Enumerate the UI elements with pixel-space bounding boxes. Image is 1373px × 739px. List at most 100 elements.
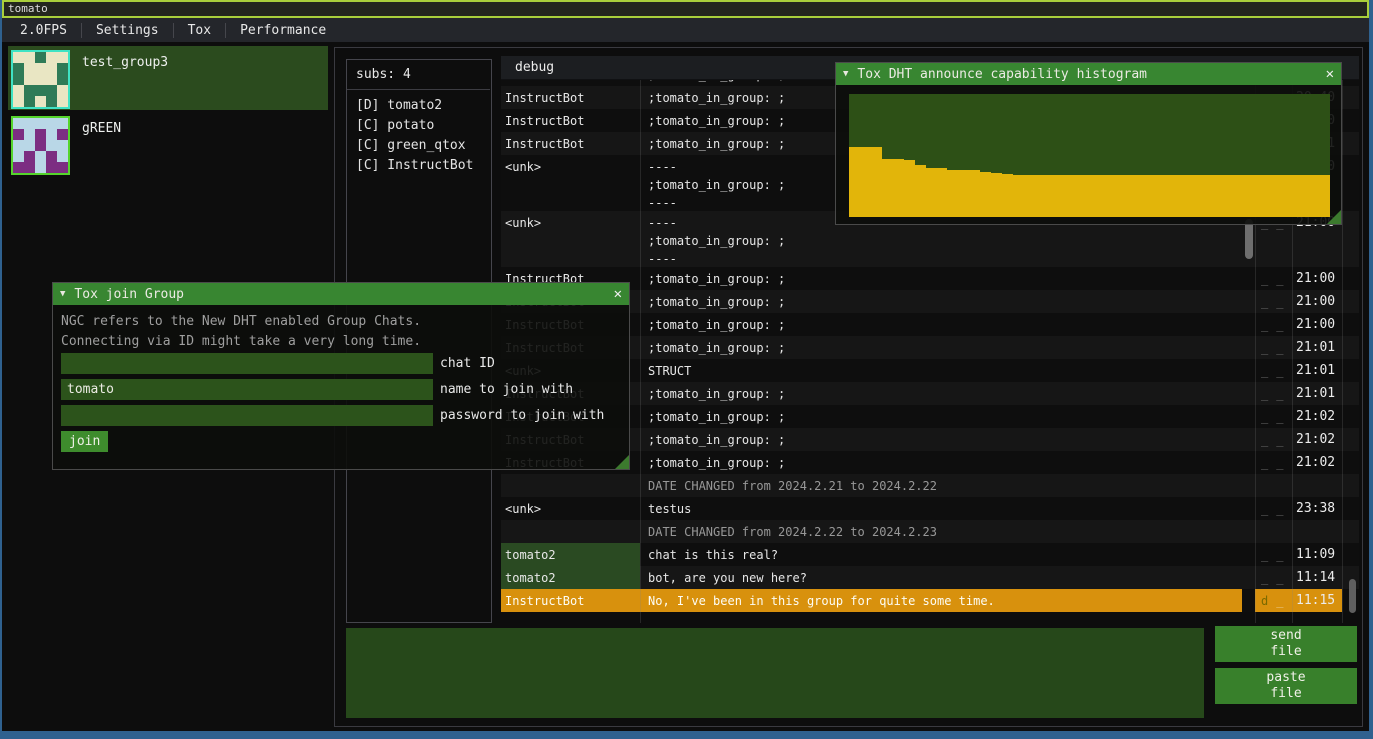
message-text: DATE CHANGED from 2024.2.22 to 2024.2.23 bbox=[640, 520, 1242, 543]
row-filler bbox=[1342, 497, 1359, 520]
member-item[interactable]: [C] potato bbox=[356, 116, 491, 136]
scrollbar-gap bbox=[1242, 497, 1255, 520]
histogram-plot bbox=[849, 94, 1330, 217]
flag-delivered: _ bbox=[1261, 410, 1268, 424]
histogram-bar bbox=[882, 159, 893, 217]
message-input[interactable] bbox=[346, 628, 1204, 718]
avatar-pixel bbox=[46, 96, 57, 107]
histogram-bar bbox=[947, 170, 958, 217]
timestamp: 11:14 bbox=[1292, 566, 1342, 589]
menu-item-performance[interactable]: Performance bbox=[226, 23, 340, 38]
delivery-flags: __ bbox=[1255, 313, 1292, 336]
column-divider bbox=[640, 80, 641, 623]
sender-name: <unk> bbox=[501, 497, 640, 520]
histogram-bar bbox=[1035, 175, 1046, 217]
group-name: test_group3 bbox=[82, 55, 168, 70]
join-window-titlebar[interactable]: ▼ Tox join Group ✕ bbox=[53, 283, 629, 305]
avatar-pixel bbox=[46, 85, 57, 96]
menu-item-tox[interactable]: Tox bbox=[174, 23, 225, 38]
member-item[interactable]: [C] InstructBot bbox=[356, 156, 491, 176]
histogram-bar bbox=[1232, 175, 1243, 217]
name-input[interactable]: tomato bbox=[61, 379, 433, 400]
avatar-pixel bbox=[57, 151, 68, 162]
message-text: ;tomato_in_group: ; bbox=[640, 336, 1242, 359]
message-text: No, I've been in this group for quite so… bbox=[640, 589, 1242, 612]
password-input[interactable] bbox=[61, 405, 433, 426]
flag-read: _ bbox=[1276, 502, 1283, 516]
join-info-line: Connecting via ID might take a very long… bbox=[61, 332, 421, 352]
flag-delivered: _ bbox=[1261, 456, 1268, 470]
collapse-icon[interactable]: ▼ bbox=[843, 69, 848, 79]
row-filler bbox=[1342, 86, 1359, 109]
os-title-bar[interactable]: tomato bbox=[2, 0, 1369, 18]
join-field-row: chat ID bbox=[61, 353, 625, 374]
flag-delivered: _ bbox=[1261, 502, 1268, 516]
collapse-icon[interactable]: ▼ bbox=[60, 289, 65, 299]
menu-item-settings[interactable]: Settings bbox=[82, 23, 173, 38]
histogram-bar bbox=[937, 168, 948, 217]
group-avatar bbox=[11, 50, 70, 109]
delivery-flags: __ bbox=[1255, 428, 1292, 451]
flag-read: _ bbox=[1276, 387, 1283, 401]
histogram-bar bbox=[1177, 175, 1188, 217]
timestamp bbox=[1292, 520, 1342, 543]
join-button[interactable]: join bbox=[61, 431, 108, 452]
group-item-test_group3[interactable]: test_group3 bbox=[8, 46, 328, 110]
scrollbar-gap bbox=[1242, 313, 1255, 336]
flag-read: _ bbox=[1276, 295, 1283, 309]
scrollbar-gap bbox=[1242, 589, 1255, 612]
flag-read: _ bbox=[1276, 456, 1283, 470]
timestamp: 21:00 bbox=[1292, 313, 1342, 336]
scrollbar-gap bbox=[1242, 267, 1255, 290]
join-field-row: tomatoname to join with bbox=[61, 379, 625, 400]
flag-delivered: _ bbox=[1261, 433, 1268, 447]
histogram-bar bbox=[1112, 175, 1123, 217]
histogram-window-titlebar[interactable]: ▼ Tox DHT announce capability histogram … bbox=[836, 63, 1341, 85]
row-filler bbox=[1342, 267, 1359, 290]
histogram-bar bbox=[860, 147, 871, 217]
member-item[interactable]: [C] green_qtox bbox=[356, 136, 491, 156]
scrollbar-gap bbox=[1242, 543, 1255, 566]
tab-debug[interactable]: debug bbox=[501, 56, 568, 75]
avatar-pixel bbox=[24, 151, 35, 162]
row-filler bbox=[1342, 336, 1359, 359]
paste-file-button[interactable]: paste file bbox=[1215, 668, 1357, 704]
delivery-flags: __ bbox=[1255, 405, 1292, 428]
table-row: tomato2bot, are you new here?__11:14 bbox=[501, 566, 1359, 589]
delivery-flags: d_ bbox=[1255, 589, 1292, 612]
avatar-pixel bbox=[24, 96, 35, 107]
chat-scrollbar-thumb[interactable] bbox=[1245, 219, 1253, 259]
delivery-flags: __ bbox=[1255, 543, 1292, 566]
member-item[interactable]: [D] tomato2 bbox=[356, 96, 491, 116]
resize-grip[interactable] bbox=[1327, 210, 1341, 224]
flag-delivered: _ bbox=[1261, 387, 1268, 401]
histogram-bar bbox=[1199, 175, 1210, 217]
row-filler bbox=[1342, 359, 1359, 382]
delivery-flags: __ bbox=[1255, 382, 1292, 405]
histogram-bar bbox=[893, 159, 904, 217]
histogram-bar bbox=[1155, 175, 1166, 217]
histogram-bar bbox=[1188, 175, 1199, 217]
close-icon[interactable]: ✕ bbox=[614, 286, 622, 302]
row-filler bbox=[1342, 313, 1359, 336]
flag-read: _ bbox=[1276, 272, 1283, 286]
panel-scrollbar-thumb[interactable] bbox=[1349, 579, 1356, 613]
timestamp: 21:00 bbox=[1292, 290, 1342, 313]
resize-grip[interactable] bbox=[615, 455, 629, 469]
chat-id-input[interactable] bbox=[61, 353, 433, 374]
close-icon[interactable]: ✕ bbox=[1326, 66, 1334, 82]
group-item-gREEN[interactable]: gREEN bbox=[8, 112, 328, 176]
histogram-bar bbox=[1210, 175, 1221, 217]
avatar-pixel bbox=[35, 74, 46, 85]
flag-read: _ bbox=[1276, 548, 1283, 562]
histogram-window: ▼ Tox DHT announce capability histogram … bbox=[835, 62, 1342, 225]
message-text: DATE CHANGED from 2024.2.21 to 2024.2.22 bbox=[640, 474, 1242, 497]
message-text: ;tomato_in_group: ; bbox=[640, 451, 1242, 474]
join-fields: chat ID tomatoname to join with password t… bbox=[61, 353, 625, 431]
histogram-bar bbox=[1002, 174, 1013, 217]
send-file-button[interactable]: send file bbox=[1215, 626, 1357, 662]
avatar-pixel bbox=[24, 129, 35, 140]
histogram-bar bbox=[1068, 175, 1079, 217]
field-label: password to join with bbox=[440, 408, 604, 423]
histogram-bar bbox=[991, 173, 1002, 217]
